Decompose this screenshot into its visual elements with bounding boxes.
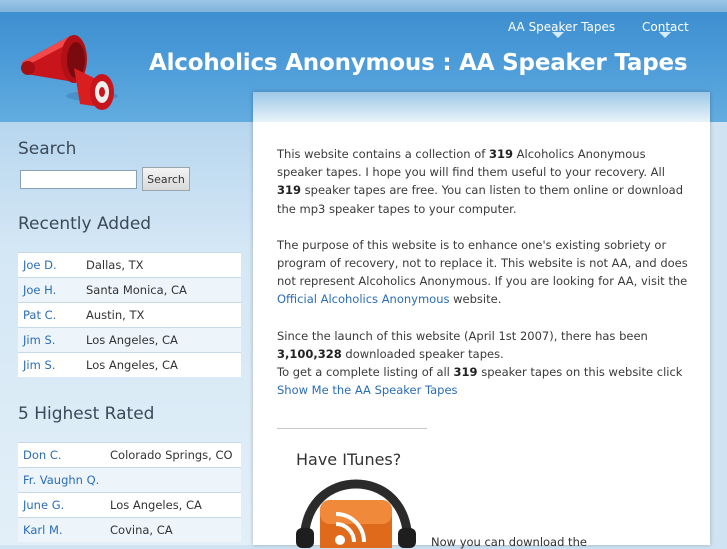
- main-content: This website contains a collection of 31…: [277, 145, 689, 417]
- purpose-paragraph: The purpose of this website is to enhanc…: [277, 237, 688, 307]
- recently-added-heading: Recently Added: [18, 214, 152, 234]
- tape-count: 319: [277, 183, 302, 198]
- top-strip: [0, 0, 727, 12]
- launch-paragraph: Since the launch of this website (April …: [277, 328, 683, 398]
- main-panel-header-band: [253, 92, 710, 122]
- speaker-link[interactable]: Fr. Vaughn Q.: [23, 473, 99, 487]
- intro-paragraph: This website contains a collection of 31…: [277, 147, 684, 216]
- speaker-link[interactable]: Joe H.: [23, 283, 56, 297]
- recently-added-table: Joe D. Dallas, TX Joe H. Santa Monica, C…: [18, 252, 241, 377]
- speaker-link[interactable]: Karl M.: [23, 523, 63, 537]
- search-heading: Search: [18, 139, 77, 159]
- nav-indicator-icon: [659, 32, 671, 38]
- nav-indicator-icon: [552, 32, 564, 38]
- speaker-link[interactable]: Jim S.: [23, 333, 55, 347]
- site-title[interactable]: Alcoholics Anonymous : AA Speaker Tapes: [149, 50, 688, 76]
- speaker-location: Los Angeles, CA: [110, 498, 202, 512]
- table-row: Karl M. Covina, CA: [18, 517, 241, 542]
- speaker-location: Covina, CA: [110, 523, 173, 537]
- table-row: Pat C. Austin, TX: [18, 302, 241, 327]
- tape-count: 319: [453, 365, 478, 380]
- table-row: Fr. Vaughn Q.: [18, 467, 241, 492]
- download-count: 3,100,328: [277, 346, 342, 361]
- itunes-heading: Have ITunes?: [296, 450, 402, 469]
- speaker-location: Dallas, TX: [86, 258, 144, 272]
- highest-rated-heading: 5 Highest Rated: [18, 404, 155, 424]
- search-button[interactable]: Search: [142, 167, 190, 191]
- itunes-text: Now you can download the: [431, 535, 587, 549]
- tape-count: 319: [488, 147, 513, 161]
- table-row: Joe D. Dallas, TX: [18, 252, 241, 277]
- table-row: Joe H. Santa Monica, CA: [18, 277, 241, 302]
- speaker-location: Los Angeles, CA: [86, 358, 178, 372]
- speaker-location: Austin, TX: [86, 308, 145, 322]
- show-tapes-link[interactable]: Show Me the AA Speaker Tapes: [277, 383, 458, 397]
- speaker-location: Santa Monica, CA: [86, 283, 187, 297]
- speaker-link[interactable]: June G.: [23, 498, 64, 512]
- highest-rated-table: Don C. Colorado Springs, CO Fr. Vaughn Q…: [18, 442, 241, 542]
- speaker-link[interactable]: Joe D.: [23, 258, 57, 272]
- table-row: Jim S. Los Angeles, CA: [18, 352, 241, 377]
- speaker-location: Los Angeles, CA: [86, 333, 178, 347]
- table-row: Don C. Colorado Springs, CO: [18, 442, 241, 467]
- divider: [277, 428, 427, 429]
- podcast-headphones-icon[interactable]: [294, 478, 418, 548]
- speaker-link[interactable]: Pat C.: [23, 308, 56, 322]
- search-input[interactable]: [20, 170, 137, 189]
- top-nav: AA Speaker Tapes Contact: [0, 20, 727, 38]
- speaker-link[interactable]: Jim S.: [23, 358, 55, 372]
- speaker-link[interactable]: Don C.: [23, 448, 62, 462]
- official-aa-link[interactable]: Official Alcoholics Anonymous: [277, 292, 450, 306]
- table-row: Jim S. Los Angeles, CA: [18, 327, 241, 352]
- speaker-location: Colorado Springs, CO: [110, 448, 233, 462]
- table-row: June G. Los Angeles, CA: [18, 492, 241, 517]
